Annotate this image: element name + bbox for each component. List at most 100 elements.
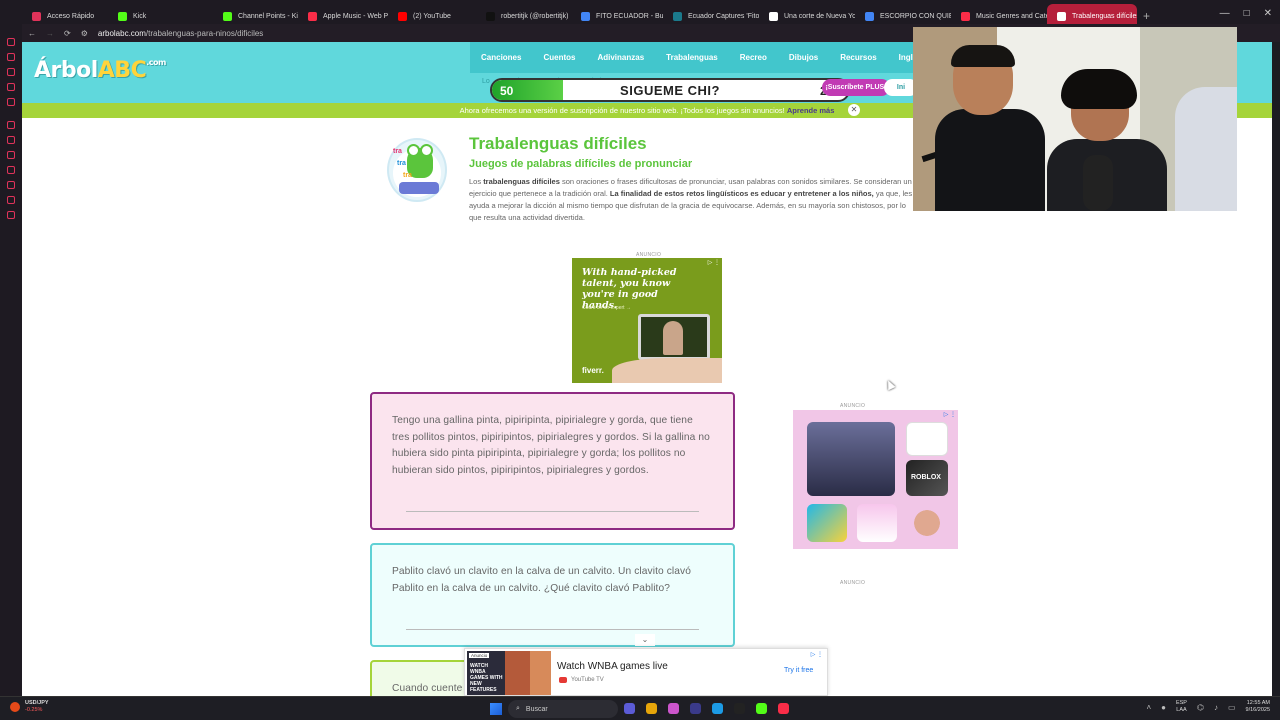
taskbar-app-icon[interactable] bbox=[668, 703, 679, 714]
anime-game-icon[interactable] bbox=[807, 422, 895, 496]
nav-item[interactable]: Adivinanzas bbox=[586, 53, 655, 62]
chevron-down-icon[interactable]: ⌄ bbox=[635, 634, 655, 646]
taskbar-app-icon[interactable] bbox=[690, 703, 701, 714]
sidebar-icon[interactable] bbox=[7, 151, 15, 159]
tongue-twister-text: Tengo una gallina pinta, pipiripinta, pi… bbox=[392, 415, 710, 476]
page-title: Trabalenguas difíciles bbox=[469, 134, 647, 153]
tab-favicon-icon bbox=[961, 11, 970, 21]
tab-label: Trabalenguas difíciles | Tr bbox=[1072, 12, 1137, 20]
reload-icon[interactable]: ⟳ bbox=[64, 29, 71, 38]
tongue-twister-text: Pablito clavó un clavito en la calva de … bbox=[392, 566, 691, 594]
microphone-icon[interactable]: ● bbox=[1161, 703, 1166, 712]
taskbar-search[interactable]: ⌕ Buscar bbox=[508, 700, 618, 718]
divider bbox=[406, 511, 699, 512]
window-controls: — □ ✕ bbox=[1220, 8, 1272, 19]
game-apps-ad[interactable]: ROBLOX ▷ ⋮ bbox=[793, 410, 958, 549]
taskbar-app-icon[interactable] bbox=[646, 703, 657, 714]
roblox-label: ROBLOX bbox=[911, 474, 941, 481]
microphone-image bbox=[1083, 155, 1113, 211]
tab-label: (2) YouTube bbox=[413, 12, 451, 20]
taskbar-app-icon[interactable] bbox=[624, 703, 635, 714]
ad-cta[interactable]: Count on an expert → bbox=[582, 305, 631, 311]
taskbar-app-icon[interactable] bbox=[778, 703, 789, 714]
network-icon[interactable]: ⌬ bbox=[1197, 703, 1204, 712]
battery-icon[interactable]: ▭ bbox=[1228, 703, 1236, 712]
url-field[interactable]: arbolabc.com/trabalenguas-para-ninos/dif… bbox=[98, 29, 263, 38]
tab-favicon-icon bbox=[32, 11, 41, 21]
taskbar-app-icon[interactable] bbox=[712, 703, 723, 714]
sidebar-icon[interactable] bbox=[7, 166, 15, 174]
volume-icon[interactable]: ♪ bbox=[1214, 703, 1218, 712]
sidebar-icon[interactable] bbox=[7, 181, 15, 189]
close-window-icon[interactable]: ✕ bbox=[1264, 8, 1272, 19]
page-subtitle: Juegos de palabras difíciles de pronunci… bbox=[469, 158, 693, 170]
face-game-icon[interactable] bbox=[906, 504, 948, 542]
fiverr-ad[interactable]: With hand-picked talent, you know you're… bbox=[572, 258, 722, 383]
windows-start-icon[interactable] bbox=[490, 703, 502, 715]
back-icon[interactable]: ← bbox=[28, 29, 36, 38]
tab-label: Apple Music - Web Player bbox=[323, 12, 388, 20]
clock[interactable]: 12:55 AM 9/16/2025 bbox=[1246, 700, 1270, 714]
search-icon: ⌕ bbox=[516, 705, 520, 712]
tab-favicon-icon bbox=[1057, 11, 1066, 21]
ad-choices-icon[interactable]: ▷ ⋮ bbox=[944, 411, 956, 418]
forward-icon[interactable]: → bbox=[46, 29, 54, 38]
new-tab-button[interactable]: + bbox=[1137, 9, 1156, 23]
tongue-twister-card: Pablito clavó un clavito en la calva de … bbox=[370, 543, 735, 647]
ad-choices-icon[interactable]: ▷ ⋮ bbox=[811, 651, 823, 658]
maximize-icon[interactable]: □ bbox=[1244, 8, 1250, 19]
nav-item[interactable]: Canciones bbox=[470, 53, 532, 62]
ad-title[interactable]: Watch WNBA games live bbox=[557, 661, 668, 672]
tab-label: FITO ECUADOR - Buscar bbox=[596, 12, 663, 20]
tab-favicon-icon bbox=[398, 11, 407, 21]
tab-label: Ecuador Captures 'Fito' i bbox=[688, 12, 759, 20]
chevron-up-icon[interactable]: ˄ bbox=[1146, 703, 1151, 712]
webcam-overlay bbox=[913, 27, 1237, 211]
follower-goal-overlay: 50 SIGUEME CHI? 250 bbox=[490, 78, 850, 102]
tab-label: Una corte de Nueva York bbox=[784, 12, 855, 20]
tongue-twister-text: Cuando cuente bbox=[392, 683, 463, 694]
runner-game-icon[interactable] bbox=[857, 504, 897, 542]
taskbar-app-icon[interactable] bbox=[756, 703, 767, 714]
sidebar-icon[interactable] bbox=[7, 196, 15, 204]
promo-text: Ahora ofrecemos una versión de suscripci… bbox=[459, 106, 785, 115]
sidebar-icon[interactable] bbox=[7, 121, 15, 129]
subnav-item[interactable]: Lo bbox=[482, 78, 490, 85]
dino-game-icon[interactable] bbox=[906, 422, 948, 456]
promo-close-icon[interactable]: ✕ bbox=[848, 104, 860, 116]
sidebar-icon[interactable] bbox=[7, 136, 15, 144]
streamer-person bbox=[935, 45, 1045, 211]
geometry-dash-icon[interactable] bbox=[807, 504, 847, 542]
site-info-icon[interactable]: ⚙ bbox=[81, 29, 88, 38]
sidebar-icon[interactable] bbox=[7, 211, 15, 219]
nav-item[interactable]: Cuentos bbox=[532, 53, 586, 62]
subscribe-plus-button[interactable]: ¡Suscríbete PLUS! bbox=[822, 79, 890, 96]
sidebar-icon[interactable] bbox=[7, 53, 15, 61]
tab-label: Kick bbox=[133, 12, 147, 20]
minimize-icon[interactable]: — bbox=[1220, 8, 1230, 19]
sidebar-icon[interactable] bbox=[7, 83, 15, 91]
intro-paragraph: Los trabalenguas difíciles son oraciones… bbox=[469, 177, 913, 222]
tab-favicon-icon bbox=[308, 11, 317, 21]
sidebar-icon[interactable] bbox=[7, 38, 15, 46]
try-free-link[interactable]: Try it free bbox=[784, 667, 813, 674]
ad-thumbnail: Anuncio WATCH WNBA GAMES WITH NEW FEATUR… bbox=[467, 651, 551, 695]
tab-label: Channel Points - Kick Da bbox=[238, 12, 298, 20]
site-logo[interactable]: ÁrbolABC.com bbox=[34, 58, 166, 83]
sidebar-icon[interactable] bbox=[7, 68, 15, 76]
ad-source: YouTube TV bbox=[559, 677, 604, 683]
browser-sidebar bbox=[0, 32, 22, 696]
nav-item[interactable]: Recreo bbox=[729, 53, 778, 62]
ad-choices-icon[interactable]: ▷ ⋮ bbox=[708, 259, 720, 266]
stock-ticker-widget[interactable]: USD/JPY -0.25% bbox=[10, 700, 49, 714]
promo-link[interactable]: Aprende más bbox=[787, 106, 835, 115]
ticker-icon bbox=[10, 702, 20, 712]
nav-item[interactable]: Dibujos bbox=[778, 53, 829, 62]
nav-item[interactable]: Trabalenguas bbox=[655, 53, 729, 62]
taskbar-app-icon[interactable] bbox=[734, 703, 745, 714]
sidebar-icon[interactable] bbox=[7, 98, 15, 106]
nav-item[interactable]: Recursos bbox=[829, 53, 887, 62]
tab-favicon-icon bbox=[581, 11, 590, 21]
language-indicator[interactable]: ESP LAA bbox=[1176, 700, 1187, 714]
bottom-sticky-ad[interactable]: Anuncio WATCH WNBA GAMES WITH NEW FEATUR… bbox=[464, 648, 828, 696]
